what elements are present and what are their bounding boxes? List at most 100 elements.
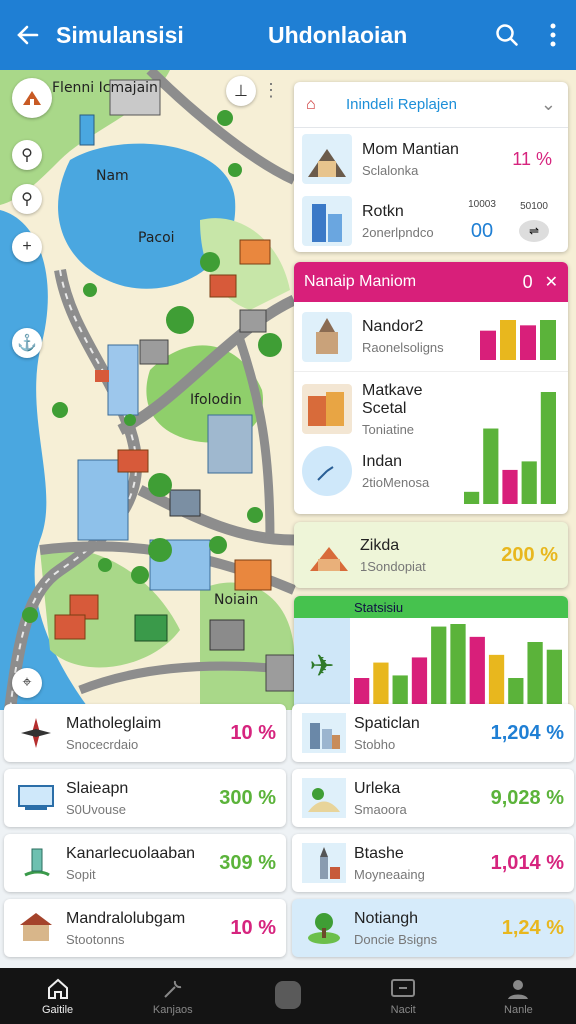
row-title: Indan	[362, 452, 403, 470]
zikda-subtitle: 1Sondopiat	[360, 558, 426, 574]
magenta-detail[interactable]: Matkave Scetal Toniatine Indan 2tioMenos…	[294, 372, 568, 514]
zikda-card[interactable]: Zikda 1Sondopiat 200 %	[294, 522, 568, 588]
item-subtitle: Moyneaaing	[354, 866, 425, 882]
map-zoom-in-button[interactable]: +	[12, 232, 42, 262]
person-icon	[508, 980, 529, 999]
list-left: Matholeglaim Snocecrdaio 10 % Slaieapn S0U…	[4, 704, 286, 964]
mini-bar-chart	[480, 319, 556, 360]
tower-icon	[302, 843, 346, 883]
back-button[interactable]	[0, 0, 56, 70]
panel-header[interactable]: ⌂ Inindeli Replajen ⌄	[294, 82, 568, 128]
zikda-title: Zikda	[360, 536, 400, 554]
chevron-down-icon[interactable]: ⌄	[541, 94, 556, 115]
row-title: Matkave Scetal	[362, 381, 423, 417]
city-icon	[302, 713, 346, 753]
list-item[interactable]: Kanarlecuolaaban Sopit 309 %	[4, 834, 286, 892]
map-pin-button-1[interactable]: ⚲	[12, 140, 42, 170]
row-subtitle: 2tioMenosa	[362, 474, 430, 490]
search-icon	[496, 24, 518, 46]
lock-icon: ⌂	[306, 95, 316, 113]
info-panel: ⌂ Inindeli Replajen ⌄ Mom Mantian Sclalo…	[294, 82, 568, 714]
zikda-thumbnail	[304, 530, 354, 580]
toggle-button[interactable]: ⇌	[519, 219, 549, 242]
stats-bar-chart	[354, 624, 562, 714]
nav-label: Nanle	[504, 1004, 533, 1016]
panel-row[interactable]: Mom Mantian Sclalonka 11 %	[294, 128, 568, 190]
monitor-icon	[14, 778, 58, 818]
chart-bar	[540, 392, 556, 504]
row-col-1: 10003	[468, 199, 496, 210]
close-icon[interactable]: ✕	[545, 272, 558, 292]
magenta-row[interactable]: Nandor2 Raonelsoligns	[294, 302, 568, 372]
chart-bar	[502, 469, 518, 504]
map-locate-button[interactable]: ⌖	[12, 668, 42, 698]
panel-row[interactable]: Rotkn 2onerlpndco 10003 00 50100 ⇌	[294, 190, 568, 252]
anchor-icon: ⚓	[17, 335, 37, 352]
map-label-area: Flenni Icmajain	[52, 80, 158, 96]
item-value: 309 %	[219, 851, 276, 874]
row-subtitle: 2onerlpndco	[362, 224, 434, 240]
nav-item-profile[interactable]: Nanle	[461, 968, 576, 1024]
chart-bar	[521, 461, 537, 504]
map-label-park: Ifolodin	[190, 392, 242, 408]
panel-header-label: Inindeli Replajen	[346, 96, 457, 113]
nav-item-center[interactable]	[230, 968, 345, 1024]
nav-item-tools[interactable]: Kanjaos	[115, 968, 230, 1024]
list-item[interactable]: Btashe Moyneaaing 1,014 %	[292, 834, 574, 892]
stats-header: Statsisiu	[294, 596, 568, 618]
list-item[interactable]: Urleka Smaoora 9,028 %	[292, 769, 574, 827]
row-value: 11 %	[512, 148, 552, 169]
list-item[interactable]: Matholeglaim Snocecrdaio 10 %	[4, 704, 286, 762]
magenta-header[interactable]: Nanaip Maniom 0 ✕	[294, 262, 568, 302]
link-icon: ⇌	[528, 223, 540, 238]
item-subtitle: S0Uvouse	[66, 801, 126, 817]
list-right: Spaticlan Stobho 1,204 % Urleka Smaoora 9,…	[292, 704, 574, 964]
map-home-button[interactable]	[12, 78, 52, 118]
map-more-icon[interactable]: ⋮	[262, 80, 280, 101]
nav-label: Kanjaos	[152, 1004, 193, 1016]
nav-label: Nacit	[390, 1004, 416, 1016]
airplane-thumbnail: ✈	[294, 618, 350, 714]
list-item[interactable]: Notiangh Doncie Bsigns 1,24 %	[292, 899, 574, 957]
stats-card[interactable]: Statsisiu ✈	[294, 596, 568, 714]
item-subtitle: Smaoora	[354, 801, 407, 817]
search-button[interactable]	[484, 0, 530, 70]
map-anchor-button[interactable]: ⚓	[12, 328, 42, 358]
compass-icon	[14, 713, 58, 753]
list-item[interactable]: Spaticlan Stobho 1,204 %	[292, 704, 574, 762]
layers-icon: ⊥	[234, 83, 248, 100]
item-title: Spaticlan	[354, 714, 420, 732]
building-thumbnail	[302, 134, 352, 184]
clock-thumbnail	[302, 446, 352, 496]
item-title: Matholeglaim	[66, 714, 162, 732]
magenta-value: 0	[522, 271, 533, 292]
item-title: Notiangh	[354, 909, 419, 927]
nav-item-home[interactable]: Gaitile	[0, 968, 115, 1024]
item-value: 1,204 %	[490, 721, 564, 744]
row-subtitle: Raonelsoligns	[362, 340, 444, 355]
screen-icon	[391, 979, 416, 997]
list-item[interactable]: Mandralolubgam Stootonns 10 %	[4, 899, 286, 957]
church-thumbnail	[302, 311, 352, 362]
list-item[interactable]: Slaieapn S0Uvouse 300 %	[4, 769, 286, 827]
row-title: Rotkn	[362, 202, 404, 220]
screen-title: Uhdonlaoian	[268, 21, 408, 48]
more-menu-button[interactable]	[530, 0, 576, 70]
row-title: Mom Mantian	[362, 140, 459, 158]
pin-icon: ⚲	[21, 147, 33, 164]
plus-icon: +	[22, 238, 32, 255]
item-subtitle: Stootonns	[66, 931, 125, 947]
nav-item-screen[interactable]: Nacit	[346, 968, 461, 1024]
chart-bar	[464, 491, 480, 504]
map-label-lake-south: Pacoi	[138, 230, 175, 246]
top-app-bar: Simulansisi Uhdonlaoian	[0, 0, 576, 70]
map-pin-button-2[interactable]: ⚲	[12, 184, 42, 214]
tower-thumbnail	[302, 196, 352, 246]
item-value: 9,028 %	[490, 786, 564, 809]
map-label-lake-north: Nam	[96, 168, 129, 184]
buildings-thumbnail	[302, 384, 352, 434]
chart-bar	[469, 636, 485, 714]
map-layer-button[interactable]: ⊥	[226, 76, 256, 106]
landmark-icon	[23, 91, 41, 105]
item-title: Mandralolubgam	[66, 909, 186, 927]
